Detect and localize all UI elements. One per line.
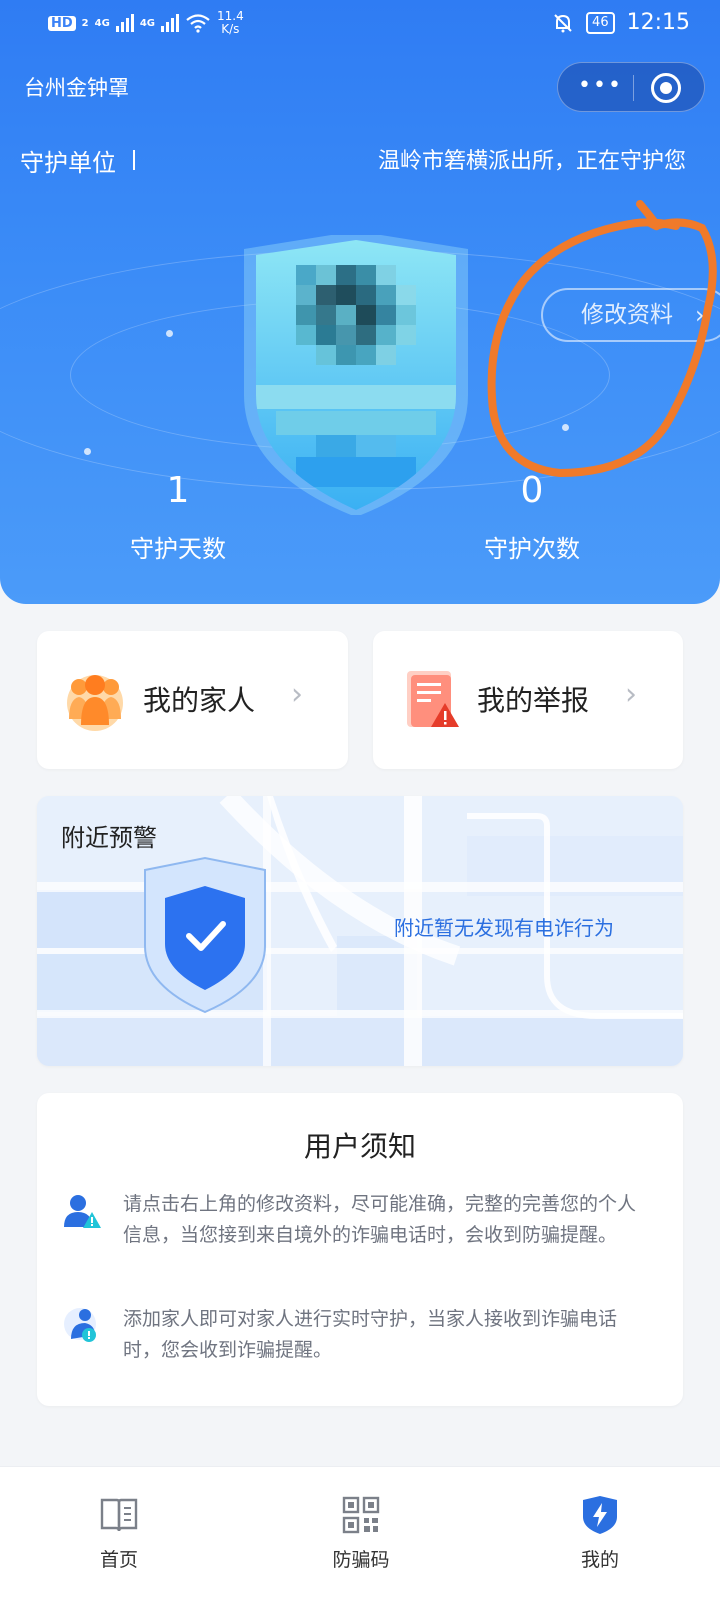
target-circle-icon[interactable] xyxy=(651,73,681,103)
book-icon xyxy=(100,1498,138,1532)
nearby-warning-card[interactable]: 附近预警 附近暂无发现有电诈行为 xyxy=(37,796,683,1066)
shield-check-icon xyxy=(144,856,266,1014)
times-value: 0 xyxy=(520,470,544,511)
stat-times: 0 守护次数 xyxy=(432,470,632,564)
user-warning-icon xyxy=(64,1195,101,1228)
times-label: 守护次数 xyxy=(484,535,580,563)
signal-icon xyxy=(115,14,134,32)
chevron-right-icon: › xyxy=(291,677,303,712)
status-right: 46 12:15 xyxy=(552,10,690,35)
guard-divider xyxy=(133,150,135,170)
orbit-dot xyxy=(84,448,91,455)
network-label-2: 4G xyxy=(139,17,155,29)
speed-unit: K/s xyxy=(221,22,240,36)
status-bar: HD 2 4G 4G 11.4 K/s 46 12:15 xyxy=(0,0,720,52)
family-card[interactable]: 我的家人 › xyxy=(37,631,348,769)
signal-icon xyxy=(160,14,179,32)
notice-item: 请点击右上角的修改资料，尽可能准确，完整的完善您的个人信息，当您接到来自境外的诈… xyxy=(123,1193,637,1246)
battery-indicator: 46 xyxy=(586,11,615,34)
family-warning-icon xyxy=(64,1308,96,1342)
qr-code-icon xyxy=(342,1496,380,1534)
miniprogram-capsule: ••• xyxy=(557,62,705,112)
network-label-1: 4G xyxy=(94,17,110,29)
edit-profile-button[interactable]: 修改资料 › xyxy=(541,288,720,342)
hd-indicator: HD xyxy=(48,15,76,31)
app-title: 台州金钟罩 xyxy=(24,76,129,100)
days-label: 守护天数 xyxy=(130,535,226,563)
network-speed: 11.4 K/s xyxy=(217,10,244,36)
shield-bolt-icon xyxy=(583,1496,617,1534)
status-left: HD 2 4G 4G 11.4 K/s xyxy=(48,10,244,36)
chevron-right-icon: › xyxy=(695,301,705,329)
orbit-dot xyxy=(166,330,173,337)
report-label: 我的举报 xyxy=(477,684,590,717)
tab-anti-fraud-code[interactable]: 防骗码 xyxy=(291,1495,431,1572)
days-value: 1 xyxy=(166,470,190,511)
guard-unit-label: 守护单位 xyxy=(20,149,116,177)
orbit-dot xyxy=(562,424,569,431)
report-card[interactable]: 我的举报 › xyxy=(373,631,683,769)
report-icon xyxy=(407,671,459,727)
user-notice-card: 用户须知 请点击右上角的修改资料，尽可能准确，完整的完善您的个人信息，当您接到来… xyxy=(37,1093,683,1406)
edit-profile-label: 修改资料 xyxy=(581,302,673,328)
tab-anti-fraud-code-label: 防骗码 xyxy=(332,1549,390,1571)
stat-days: 1 守护天数 xyxy=(78,470,278,564)
family-icon xyxy=(67,675,123,731)
tab-mine-label: 我的 xyxy=(580,1549,619,1571)
user-notice-title: 用户须知 xyxy=(303,1130,416,1163)
guard-unit-marquee: 温岭市箬横派出所，正在守护您 xyxy=(378,149,687,174)
notice-item: 添加家人即可对家人进行实时守护，当家人接收到诈骗电话时，您会收到诈骗提醒。 xyxy=(123,1308,618,1361)
tab-bar: 首页 防骗码 我的 xyxy=(0,1466,720,1600)
nearby-warning-message: 附近暂无发现有电诈行为 xyxy=(394,916,614,940)
sim-indicator: 2 xyxy=(81,17,89,29)
capsule-divider xyxy=(633,75,634,101)
more-dots-icon[interactable]: ••• xyxy=(578,75,621,99)
tab-home-label: 首页 xyxy=(99,1549,138,1571)
family-label: 我的家人 xyxy=(143,684,256,717)
profile-header: HD 2 4G 4G 11.4 K/s 46 1 2:15 台州金钟罩 ••• 守… xyxy=(0,0,720,604)
nearby-warning-title: 附近预警 xyxy=(61,824,157,852)
tab-mine[interactable]: 我的 xyxy=(530,1495,670,1572)
tab-home[interactable]: 首页 xyxy=(49,1495,189,1572)
mute-bell-icon xyxy=(554,13,572,32)
clock: 12:15 xyxy=(626,10,690,35)
wifi-icon xyxy=(186,14,210,33)
chevron-right-icon: › xyxy=(625,677,637,712)
